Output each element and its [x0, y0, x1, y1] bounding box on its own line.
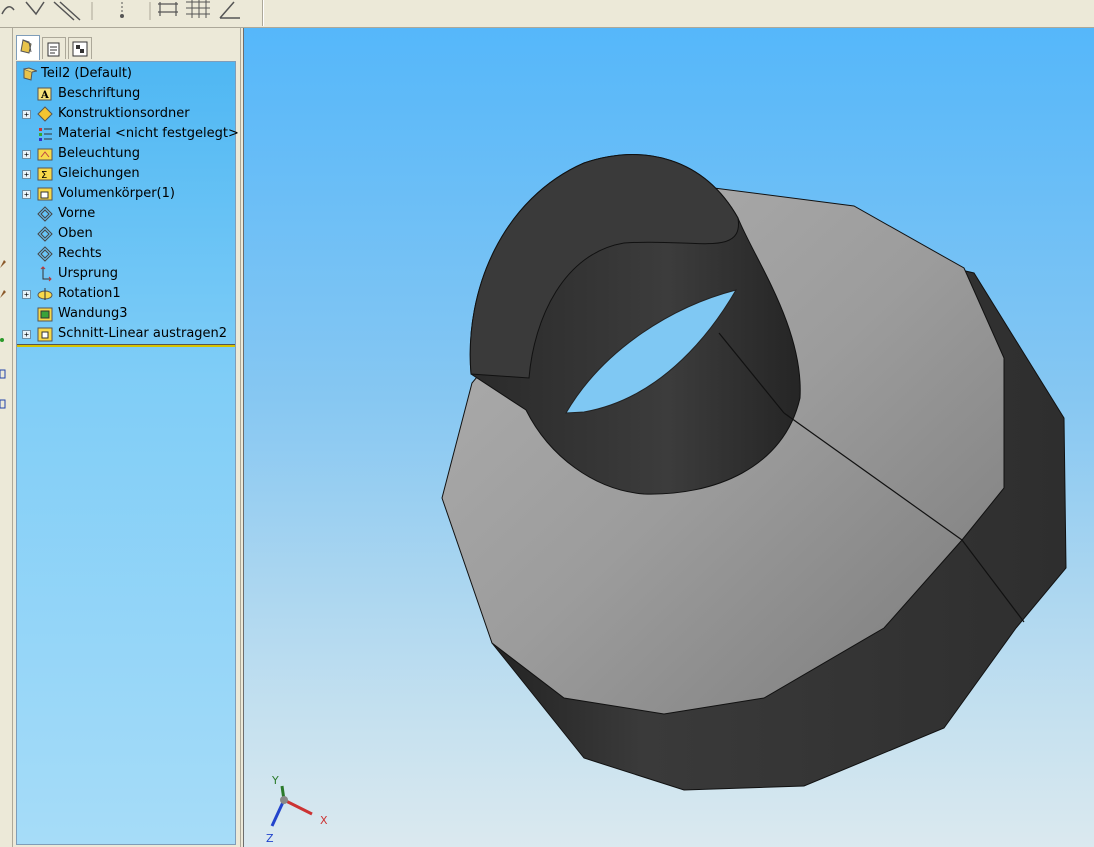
command-toolbar [0, 0, 1094, 28]
model-3d-view[interactable] [244, 28, 1094, 847]
z-axis-label: Z [266, 832, 274, 845]
expand-icon[interactable]: + [22, 150, 31, 159]
grid-icon[interactable] [186, 0, 210, 18]
x-axis-line [283, 798, 313, 816]
shell-icon [37, 307, 53, 322]
tree-item-label: Oben [58, 226, 93, 241]
tree-item-label: Beleuchtung [58, 146, 140, 161]
tree-item-label: Wandung3 [58, 306, 128, 321]
tree-item-label: Ursprung [58, 266, 118, 281]
feature-tree: Teil2 (Default) A Beschriftung + Konstru… [16, 61, 239, 845]
sketch-box-icon[interactable] [0, 369, 6, 379]
lighting-icon [37, 148, 53, 161]
left-tool-strip [0, 28, 13, 847]
feature-manager-tabs [13, 34, 240, 60]
configuration-manager-icon [72, 41, 88, 57]
expand-icon[interactable]: + [22, 290, 31, 299]
expand-icon[interactable]: + [22, 170, 31, 179]
plane-icon [37, 226, 53, 242]
x-axis-label: X [320, 814, 328, 827]
tab-property-manager[interactable] [42, 37, 66, 59]
sketch-line-icon[interactable] [53, 1, 81, 21]
rollback-bar[interactable] [17, 344, 235, 347]
property-manager-icon [47, 42, 60, 57]
annotation-icon: A [37, 87, 52, 101]
sketch-tool-icon[interactable] [25, 1, 45, 16]
revolve-icon [37, 288, 53, 300]
status-dot-icon [0, 338, 4, 342]
tree-item-label: Beschriftung [58, 86, 141, 101]
solid-bodies-icon [37, 187, 53, 201]
tree-item-label: Konstruktionsordner [58, 106, 190, 121]
toolbar-empty-area [263, 0, 1094, 26]
plane-icon [37, 206, 53, 222]
sketch-toolbar [0, 0, 263, 26]
graphics-viewport[interactable]: Y X Z [243, 28, 1094, 847]
tree-item-label: Material <nicht festgelegt> [58, 126, 239, 141]
z-axis-line [270, 799, 286, 827]
tree-item-label: Schnitt-Linear austragen2 [58, 326, 228, 341]
coordinate-triad: Y X Z [266, 774, 328, 845]
pencil-icon[interactable] [0, 290, 6, 298]
sketch-box-icon[interactable] [0, 399, 6, 409]
tab-configuration-manager[interactable] [68, 37, 92, 59]
tree-item-label: Volumenkörper(1) [58, 186, 175, 201]
tree-item-label: Gleichungen [58, 166, 140, 181]
tree-item-label: Vorne [58, 206, 96, 221]
feature-manager-icon [20, 39, 32, 54]
expand-icon[interactable]: + [22, 190, 31, 199]
dimension-icon[interactable] [158, 2, 178, 16]
pencil-icon[interactable] [0, 260, 6, 268]
tree-root-label: Teil2 (Default) [41, 66, 132, 81]
feature-manager-panel: Teil2 (Default) A Beschriftung + Konstru… [13, 28, 241, 847]
point-icon[interactable] [120, 2, 124, 18]
tree-item-label: Rechts [58, 246, 102, 261]
plane-icon [37, 246, 53, 262]
origin-icon [40, 266, 52, 282]
cut-extrude-icon [37, 327, 53, 342]
expand-icon[interactable]: + [22, 330, 31, 339]
svg-text:A: A [40, 90, 49, 101]
material-icon [39, 128, 52, 141]
part-icon [23, 67, 37, 81]
equations-icon: Σ [37, 167, 53, 181]
y-axis-label: Y [271, 774, 279, 787]
expand-icon[interactable]: + [22, 110, 31, 119]
sketch-arc-icon[interactable] [1, 6, 15, 15]
angle-icon[interactable] [219, 1, 240, 19]
svg-text:Σ: Σ [41, 170, 47, 181]
design-binder-icon [37, 106, 53, 122]
tree-item-label: Rotation1 [58, 286, 121, 301]
tab-feature-manager[interactable] [16, 35, 40, 60]
origin-dot [280, 796, 288, 804]
